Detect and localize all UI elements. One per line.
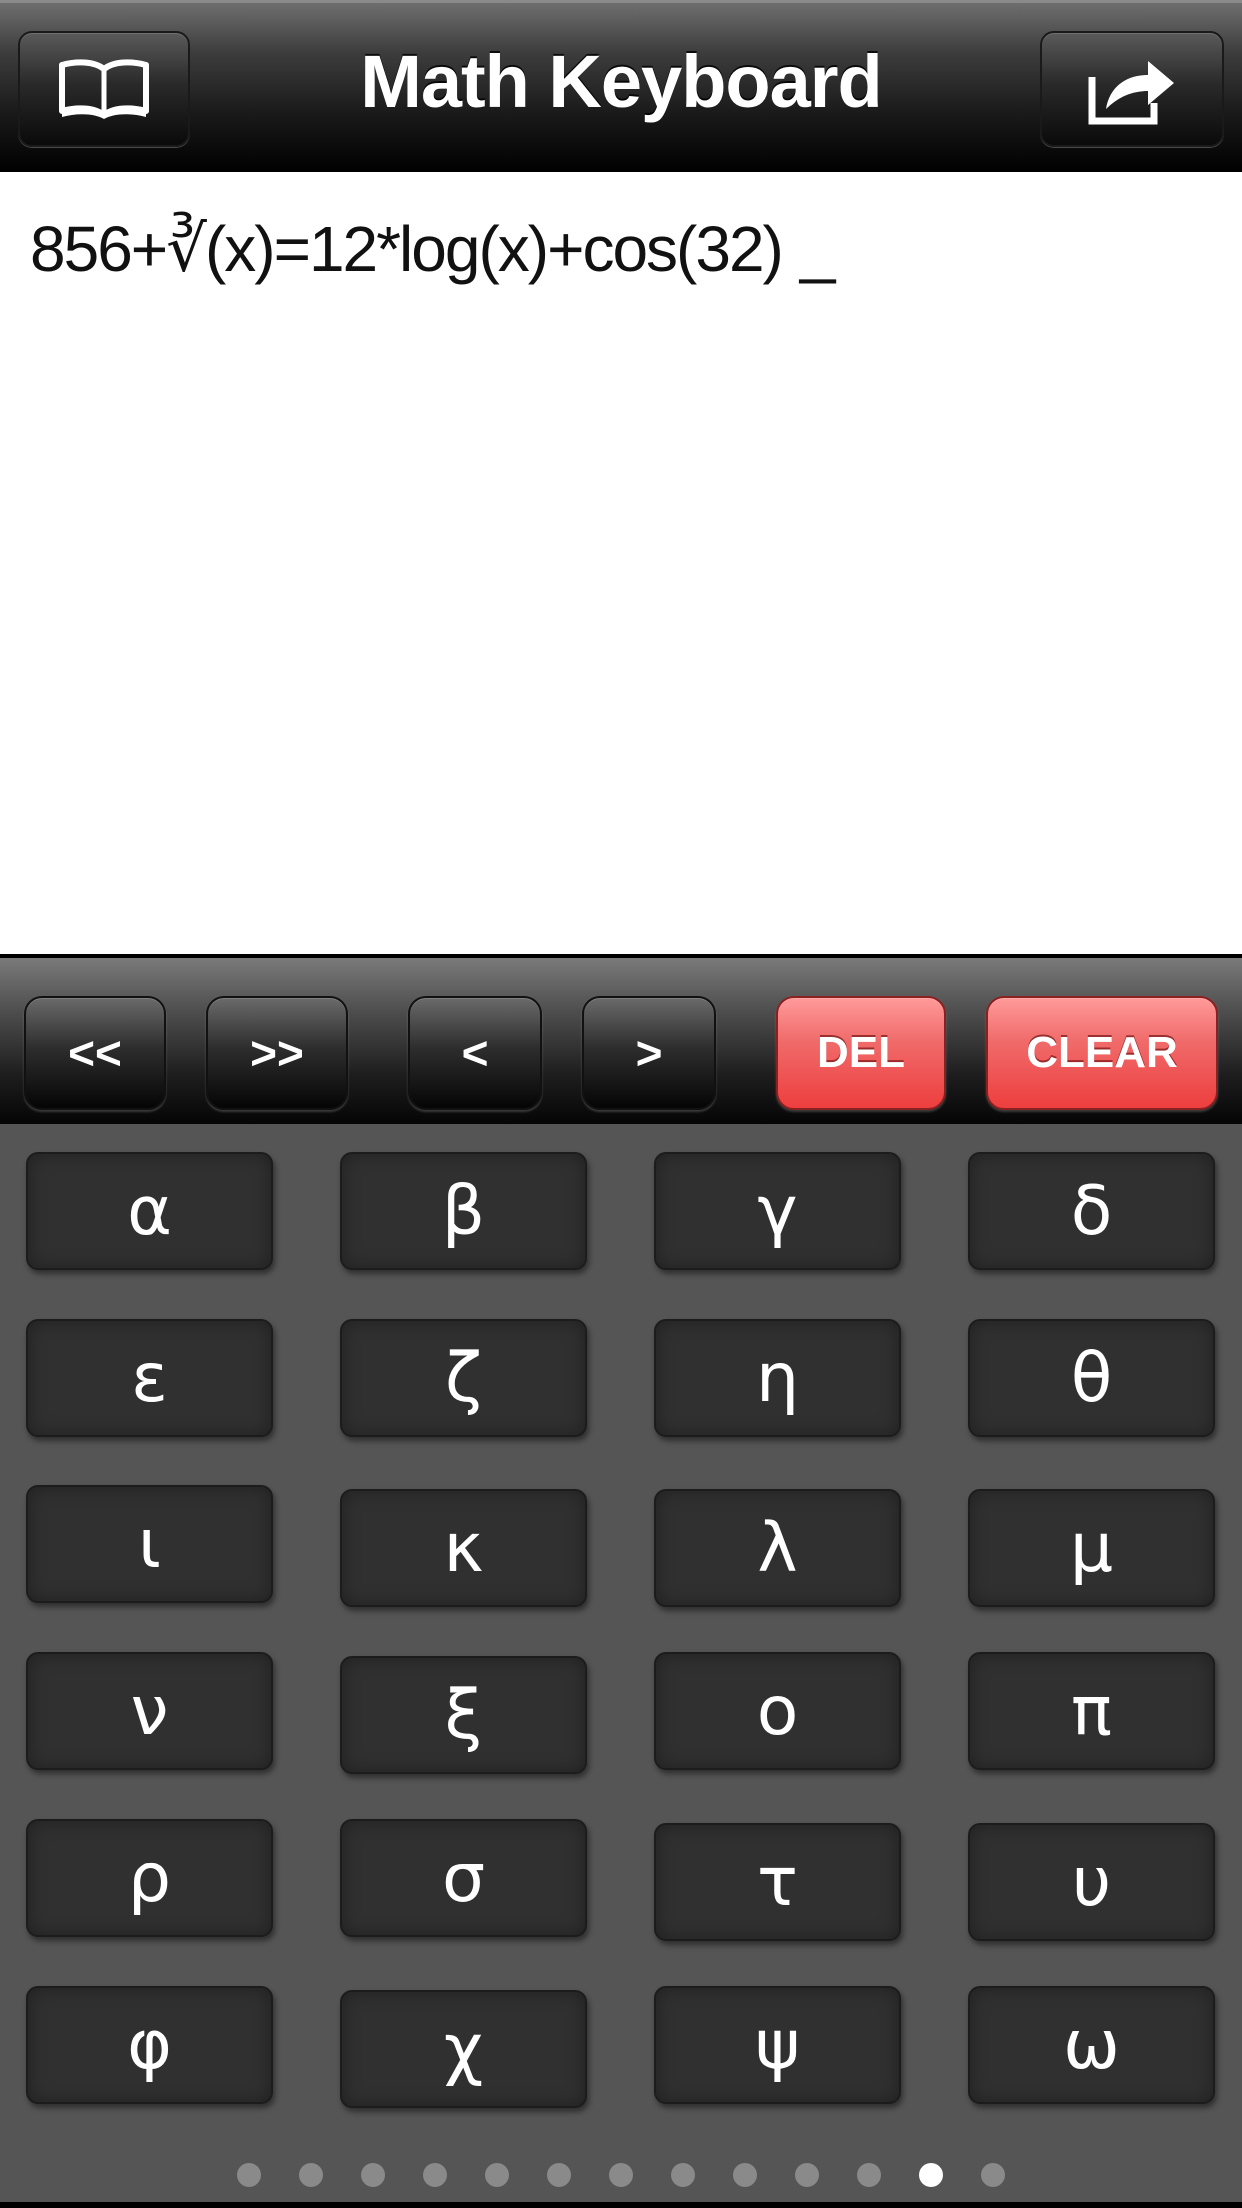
jump-left-button[interactable]: << <box>24 996 166 1110</box>
page-dot[interactable] <box>423 2163 447 2187</box>
key-gamma[interactable]: γ <box>654 1152 901 1270</box>
key-rho[interactable]: ρ <box>26 1819 273 1937</box>
navigation-bar: Math Keyboard <box>0 0 1242 172</box>
page-dot[interactable] <box>671 2163 695 2187</box>
cursor-left-button[interactable]: < <box>408 996 542 1110</box>
bottom-edge <box>0 2202 1242 2208</box>
key-phi[interactable]: φ <box>26 1986 273 2104</box>
cursor-right-button[interactable]: > <box>582 996 716 1110</box>
page-dot[interactable] <box>237 2163 261 2187</box>
key-kappa[interactable]: κ <box>340 1489 587 1607</box>
key-psi[interactable]: ψ <box>654 1986 901 2104</box>
expression-value: 856+∛(x)=12*log(x)+cos(32) <box>30 213 784 285</box>
key-sigma[interactable]: σ <box>340 1819 587 1937</box>
key-omega[interactable]: ω <box>968 1986 1215 2104</box>
key-pi[interactable]: π <box>968 1652 1215 1770</box>
key-chi[interactable]: χ <box>340 1990 587 2108</box>
greek-keyboard: α β γ δ ε ζ η θ ι κ λ μ ν ξ ο π ρ σ τ υ … <box>0 1124 1242 2208</box>
key-mu[interactable]: μ <box>968 1489 1215 1607</box>
key-iota[interactable]: ι <box>26 1485 273 1603</box>
share-icon <box>1084 47 1180 132</box>
page-dot[interactable] <box>547 2163 571 2187</box>
share-button[interactable] <box>1040 31 1224 147</box>
page-dot[interactable] <box>857 2163 881 2187</box>
page-dot[interactable] <box>485 2163 509 2187</box>
page-dot[interactable] <box>981 2163 1005 2187</box>
delete-button[interactable]: DEL <box>776 996 946 1110</box>
expression-display[interactable]: 856+∛(x)=12*log(x)+cos(32) _ <box>0 172 1242 954</box>
key-tau[interactable]: τ <box>654 1823 901 1941</box>
key-xi[interactable]: ξ <box>340 1656 587 1774</box>
jump-right-button[interactable]: >> <box>206 996 348 1110</box>
key-beta[interactable]: β <box>340 1152 587 1270</box>
page-dot[interactable] <box>299 2163 323 2187</box>
clear-button[interactable]: CLEAR <box>986 996 1218 1110</box>
key-delta[interactable]: δ <box>968 1152 1215 1270</box>
key-upsilon[interactable]: υ <box>968 1823 1215 1941</box>
key-zeta[interactable]: ζ <box>340 1319 587 1437</box>
control-toolbar: << >> < > DEL CLEAR <box>0 954 1242 1124</box>
page-indicator[interactable] <box>0 2163 1242 2189</box>
page-dot[interactable] <box>795 2163 819 2187</box>
expression-text: 856+∛(x)=12*log(x)+cos(32) _ <box>30 212 836 287</box>
page-dot[interactable] <box>609 2163 633 2187</box>
key-lambda[interactable]: λ <box>654 1489 901 1607</box>
key-alpha[interactable]: α <box>26 1152 273 1270</box>
page-dot[interactable] <box>733 2163 757 2187</box>
key-eta[interactable]: η <box>654 1319 901 1437</box>
key-nu[interactable]: ν <box>26 1652 273 1770</box>
key-omicron[interactable]: ο <box>654 1652 901 1770</box>
text-cursor: _ <box>799 213 836 285</box>
page-dot-active[interactable] <box>919 2163 943 2187</box>
key-epsilon[interactable]: ε <box>26 1319 273 1437</box>
page-dot[interactable] <box>361 2163 385 2187</box>
key-theta[interactable]: θ <box>968 1319 1215 1437</box>
